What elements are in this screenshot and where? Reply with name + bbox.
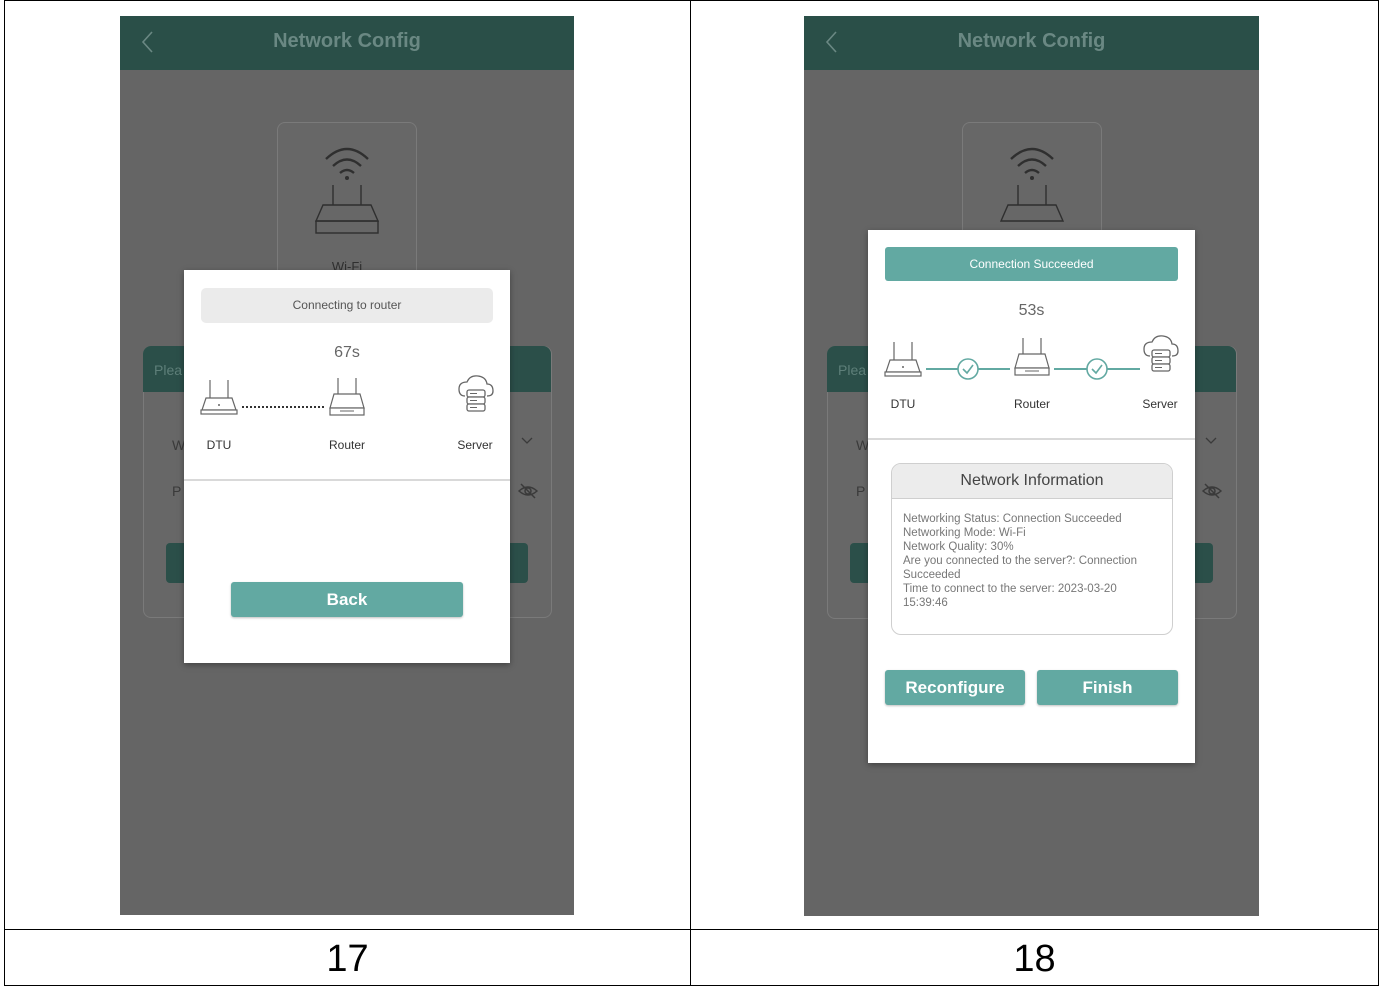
network-info-body: Networking Status: Connection Succeeded … [892, 499, 1172, 610]
info-line: Networking Status: Connection Succeeded [903, 513, 1122, 525]
countdown-timer: 53s [1018, 302, 1045, 319]
check-circle-icon [1085, 357, 1109, 381]
chevron-down-icon[interactable] [520, 436, 534, 446]
check-circle-icon [956, 357, 980, 381]
status-banner: Connection Succeeded [885, 247, 1178, 281]
page-title: Network Config [273, 30, 421, 52]
info-line: 15:39:46 [903, 597, 948, 609]
dtu-device-icon [198, 376, 240, 418]
app-bar: Network Config [120, 16, 574, 70]
info-line: Succeeded [903, 569, 961, 581]
phone-screen-18: Network Config Plea W P Connection Succe… [804, 16, 1259, 916]
password-row-label: P [856, 483, 866, 499]
router-device-icon [326, 376, 368, 418]
router-device-icon [1011, 336, 1053, 378]
back-button[interactable]: Back [231, 582, 463, 617]
status-banner: Connecting to router [201, 288, 493, 323]
device-label-router: Router [1013, 397, 1051, 411]
server-cloud-icon [1140, 334, 1182, 380]
finish-button[interactable]: Finish [1037, 670, 1178, 705]
device-label-dtu: DTU [890, 397, 916, 411]
countdown-timer: 67s [334, 344, 360, 361]
page-title: Network Config [957, 30, 1106, 52]
device-label-dtu: DTU [206, 438, 232, 452]
wifi-router-icon [314, 147, 380, 234]
eye-off-icon[interactable] [517, 482, 539, 500]
info-line: Time to connect to the server: 2023-03-2… [903, 583, 1117, 595]
dialog-divider [184, 479, 510, 481]
device-label-server: Server [1142, 397, 1178, 411]
figure-caption-18: 18 [1013, 938, 1056, 980]
figure-caption-17: 17 [326, 938, 369, 980]
connecting-dialog: Connecting to router 67s DTU Router Serv… [184, 270, 510, 663]
phone-screen-17: Network Config Wi-Fi Plea W P Connecting… [120, 16, 574, 915]
info-line: Networking Mode: Wi-Fi [903, 527, 1026, 539]
config-card-header-text: Plea [838, 362, 867, 378]
server-cloud-icon [455, 374, 497, 420]
info-line: Network Quality: 30% [903, 541, 1014, 553]
config-card-header-text: Plea [154, 362, 183, 378]
success-dialog: Connection Succeeded 53s DTU Router Serv… [868, 230, 1195, 763]
network-info-box: Network Information Networking Status: C… [891, 463, 1173, 635]
chevron-down-icon[interactable] [1204, 436, 1218, 446]
dtu-device-icon [882, 338, 924, 380]
device-label-server: Server [457, 438, 493, 452]
eye-off-icon[interactable] [1201, 482, 1223, 500]
device-label-router: Router [328, 438, 366, 452]
reconfigure-button[interactable]: Reconfigure [885, 670, 1025, 705]
dialog-divider [868, 438, 1195, 440]
info-line: Are you connected to the server?: Connec… [903, 555, 1137, 567]
password-row-label: P [172, 483, 182, 499]
network-info-title: Network Information [892, 464, 1172, 499]
connection-line-dashed [242, 406, 324, 408]
wifi-mode-tile[interactable]: Wi-Fi [277, 122, 417, 284]
app-bar: Network Config [804, 16, 1259, 70]
